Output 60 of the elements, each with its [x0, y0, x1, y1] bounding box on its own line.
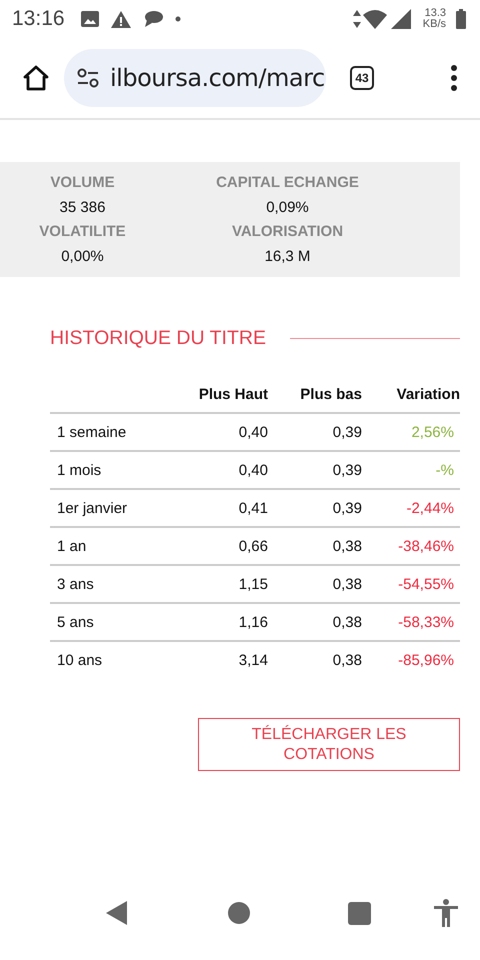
variation-cell: -85,96%	[362, 641, 460, 678]
stat-label: VOLUME	[50, 174, 115, 191]
stat-label: VOLATILITE	[39, 223, 126, 240]
variation-cell: -%	[362, 451, 460, 489]
variation-cell: -2,44%	[362, 489, 460, 527]
table-cell: 0,39	[268, 451, 362, 489]
site-settings-icon[interactable]	[76, 68, 100, 88]
recents-icon[interactable]	[348, 902, 371, 924]
table-cell: 0,39	[268, 489, 362, 527]
variation-cell: -58,33%	[362, 603, 460, 641]
home-icon[interactable]	[22, 64, 50, 92]
download-button[interactable]: TÉLÉCHARGER LES COTATIONS	[198, 718, 460, 771]
period-cell: 3 ans	[50, 565, 174, 603]
period-cell: 1 mois	[50, 451, 174, 489]
table-cell: 1,15	[174, 565, 268, 603]
home-button-icon[interactable]	[228, 902, 250, 924]
variation-cell: 2,56%	[362, 413, 460, 451]
period-cell: 5 ans	[50, 603, 174, 641]
speed-unit: KB/s	[422, 19, 446, 30]
address-bar[interactable]: ilboursa.com/marc	[64, 49, 326, 107]
stat-value: 16,3 M	[264, 248, 310, 265]
battery-icon	[456, 9, 466, 29]
variation-cell: -38,46%	[362, 527, 460, 565]
stat-value: 0,09%	[266, 199, 309, 216]
column-header: Variation	[362, 384, 460, 413]
table-cell: 0,38	[268, 565, 362, 603]
stat-value: 0,00%	[61, 248, 104, 265]
table-cell: 0,38	[268, 641, 362, 678]
table-cell: 0,41	[174, 489, 268, 527]
stat-label: VALORISATION	[232, 223, 344, 240]
clock: 13:16	[12, 7, 65, 31]
back-icon[interactable]	[106, 901, 128, 925]
table-cell: 0,40	[174, 451, 268, 489]
accessibility-icon[interactable]	[434, 899, 458, 927]
table-cell: 0,38	[268, 527, 362, 565]
image-icon	[80, 11, 99, 27]
table-cell: 1,16	[174, 603, 268, 641]
section-title: HISTORIQUE DU TITRE	[50, 327, 266, 350]
table-cell: 0,66	[174, 527, 268, 565]
dot-icon	[174, 16, 181, 22]
table-cell: 0,38	[268, 603, 362, 641]
column-header: Plus bas	[268, 384, 362, 413]
period-cell: 10 ans	[50, 641, 174, 678]
menu-icon[interactable]	[450, 65, 458, 91]
table-cell: 0,40	[174, 413, 268, 451]
period-cell: 1 semaine	[50, 413, 174, 451]
period-cell: 1 an	[50, 527, 174, 565]
chat-bubble-icon	[142, 10, 163, 28]
warning-icon	[110, 10, 131, 28]
column-header: Plus Haut	[174, 384, 268, 413]
stat-label: CAPITAL ECHANGE	[216, 174, 359, 191]
stat-value: 35 386	[60, 199, 106, 216]
signal-icon	[390, 9, 411, 29]
period-cell: 1er janvier	[50, 489, 174, 527]
network-speed: 13.3	[424, 8, 446, 19]
data-arrows-icon	[352, 10, 361, 28]
tab-count-button[interactable]: 43	[350, 66, 374, 90]
variation-cell: -54,55%	[362, 565, 460, 603]
table-cell: 3,14	[174, 641, 268, 678]
table-cell: 0,39	[268, 413, 362, 451]
